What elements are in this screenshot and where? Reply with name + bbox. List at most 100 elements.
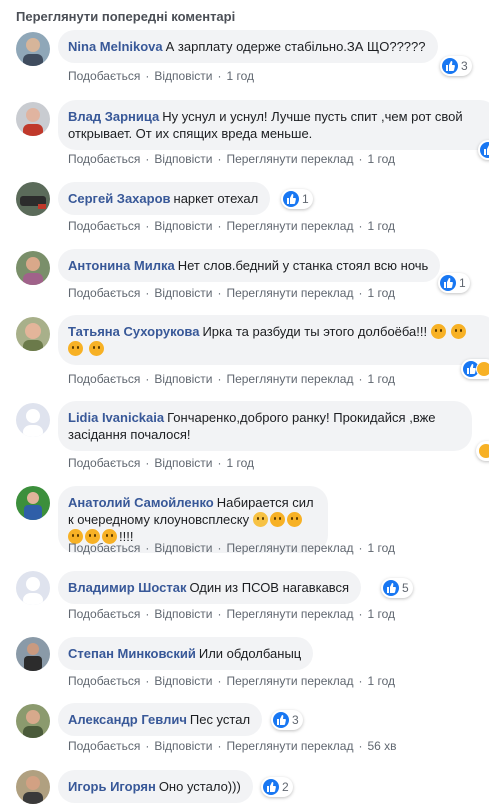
comment-author[interactable]: Александр Гевлич	[68, 712, 187, 727]
reaction-count[interactable]: 5	[381, 578, 413, 598]
comment-author[interactable]: Владимир Шостак	[68, 580, 186, 595]
separator: ·	[217, 286, 222, 300]
reply-button[interactable]: Відповісти	[154, 219, 212, 233]
reply-button[interactable]: Відповісти	[154, 152, 212, 166]
comment-bubble: Владимир Шостак Один из ПСОВ нагавкався	[58, 571, 362, 604]
comment-author[interactable]: Сергей Захаров	[68, 191, 171, 206]
reaction-count[interactable]: 3	[271, 710, 303, 730]
separator: ·	[358, 739, 363, 753]
comment-text: Пес устал	[189, 712, 251, 727]
reaction-count[interactable]: 2	[261, 777, 293, 797]
comment-actions: Подобається · Відповісти · Переглянути перек…	[68, 674, 395, 688]
separator: ·	[358, 541, 363, 555]
like-button[interactable]: Подобається	[68, 607, 140, 621]
like-button[interactable]: Подобається	[68, 739, 140, 753]
separator: ·	[145, 456, 150, 470]
comment-timestamp[interactable]: 1 год	[367, 607, 395, 621]
comment-timestamp[interactable]: 1 год	[367, 152, 395, 166]
translate-button[interactable]: Переглянути переклад	[226, 219, 353, 233]
translate-button[interactable]: Переглянути переклад	[226, 152, 353, 166]
comment-bubble: Lidia Ivanickaia Гончаренко,доброго ранку…	[58, 401, 472, 451]
like-button[interactable]: Подобається	[68, 286, 140, 300]
reply-button[interactable]: Відповісти	[154, 607, 212, 621]
comment-timestamp[interactable]: 1 год	[367, 219, 395, 233]
view-previous-comments-link[interactable]: Переглянути попередні коментарі	[16, 9, 235, 24]
comment-author[interactable]: Анатолий Самойленко	[68, 495, 214, 510]
like-button[interactable]: Подобається	[68, 69, 140, 83]
comment-text: Один из ПСОВ нагавкався	[189, 580, 350, 595]
avatar[interactable]	[16, 317, 50, 351]
avatar[interactable]	[16, 704, 50, 738]
avatar[interactable]	[16, 32, 50, 66]
translate-button[interactable]: Переглянути переклад	[226, 674, 353, 688]
reaction-count[interactable]	[461, 359, 489, 379]
translate-button[interactable]: Переглянути переклад	[226, 739, 353, 753]
reply-button[interactable]: Відповісти	[154, 69, 212, 83]
comment-actions: Подобається · Відповісти · Переглянути перек…	[68, 739, 397, 753]
translate-button[interactable]: Переглянути переклад	[226, 286, 353, 300]
avatar[interactable]	[16, 637, 50, 671]
comment-timestamp[interactable]: 1 год	[367, 674, 395, 688]
comment-author[interactable]: Lidia Ivanickaia	[68, 410, 164, 425]
reaction-count[interactable]: 1	[281, 189, 313, 209]
reply-button[interactable]: Відповісти	[154, 739, 212, 753]
comment-author[interactable]: Антонина Милка	[68, 258, 175, 273]
reaction-number: 1	[459, 276, 466, 290]
avatar[interactable]	[16, 182, 50, 216]
haha-icon	[478, 443, 489, 459]
separator: ·	[217, 541, 222, 555]
comment-timestamp[interactable]: 1 год	[367, 372, 395, 386]
reply-button[interactable]: Відповісти	[154, 372, 212, 386]
comment-author[interactable]: Nina Melnikova	[68, 39, 163, 54]
avatar[interactable]	[16, 770, 50, 804]
comment-bubble: Татьяна Сухорукова Ирка та разбуди ты это…	[58, 315, 489, 365]
reaction-number: 1	[302, 192, 309, 206]
comment-author[interactable]: Игорь Игорян	[68, 779, 156, 794]
like-button[interactable]: Подобається	[68, 456, 140, 470]
avatar[interactable]	[16, 403, 50, 437]
comment-timestamp[interactable]: 1 год	[367, 541, 395, 555]
avatar[interactable]	[16, 251, 50, 285]
avatar[interactable]	[16, 486, 50, 520]
like-icon	[283, 191, 299, 207]
comment-timestamp[interactable]: 1 год	[226, 69, 254, 83]
comment-author[interactable]: Влад Зарница	[68, 109, 159, 124]
translate-button[interactable]: Переглянути переклад	[226, 372, 353, 386]
reaction-count[interactable]: 3	[440, 56, 472, 76]
comment-actions: Подобається · Відповісти · Переглянути перек…	[68, 152, 395, 166]
avatar[interactable]	[16, 571, 50, 605]
grinning-emoji-icon	[451, 324, 467, 339]
like-button[interactable]: Подобається	[68, 674, 140, 688]
reaction-count[interactable]	[478, 140, 489, 160]
reaction-number: 2	[282, 780, 289, 794]
separator: ·	[217, 152, 222, 166]
reaction-count[interactable]	[476, 441, 489, 461]
like-icon	[383, 580, 399, 596]
like-icon	[442, 58, 458, 74]
comment-actions: Подобається · Відповісти · Переглянути перек…	[68, 286, 395, 300]
comment-author[interactable]: Степан Минковский	[68, 646, 196, 661]
translate-button[interactable]: Переглянути переклад	[226, 607, 353, 621]
comment-author[interactable]: Татьяна Сухорукова	[68, 324, 199, 339]
translate-button[interactable]: Переглянути переклад	[226, 541, 353, 555]
comment-timestamp[interactable]: 56 хв	[367, 739, 396, 753]
comment-bubble: Степан Минковский Или обдолбаныц	[58, 637, 314, 670]
like-button[interactable]: Подобається	[68, 152, 140, 166]
like-button[interactable]: Подобається	[68, 541, 140, 555]
grinning-emoji-icon	[88, 341, 104, 356]
comment-actions: Подобається · Відповісти · Переглянути перек…	[68, 541, 395, 555]
separator: ·	[145, 674, 150, 688]
comment-timestamp[interactable]: 1 год	[367, 286, 395, 300]
reply-button[interactable]: Відповісти	[154, 674, 212, 688]
reaction-count[interactable]: 1	[438, 273, 470, 293]
comment-timestamp[interactable]: 1 год	[226, 456, 254, 470]
grinning-emoji-icon	[68, 341, 83, 356]
like-button[interactable]: Подобається	[68, 372, 140, 386]
separator: ·	[217, 219, 222, 233]
reply-button[interactable]: Відповісти	[154, 286, 212, 300]
separator: ·	[358, 219, 363, 233]
reply-button[interactable]: Відповісти	[154, 541, 212, 555]
reply-button[interactable]: Відповісти	[154, 456, 212, 470]
avatar[interactable]	[16, 102, 50, 136]
like-button[interactable]: Подобається	[68, 219, 140, 233]
